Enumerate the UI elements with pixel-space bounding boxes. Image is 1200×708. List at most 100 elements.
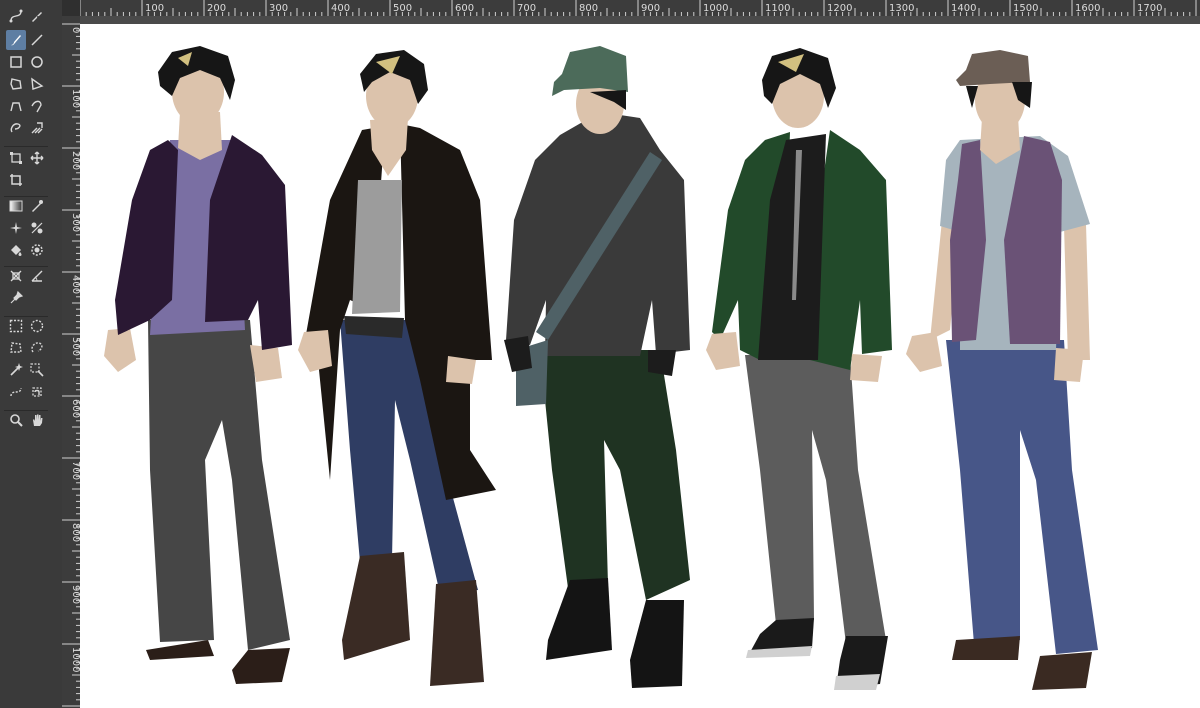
tool-move[interactable] — [27, 148, 47, 168]
tool-similar-select[interactable] — [27, 360, 47, 380]
figure-4-hand-left — [706, 332, 740, 370]
tool-bezier-select[interactable] — [6, 6, 26, 26]
tool-color-picker[interactable] — [27, 196, 47, 216]
figure-2-boot-left — [342, 552, 410, 660]
ruler-label: 1600 — [1075, 3, 1100, 14]
tool-enclose-fill[interactable] — [27, 240, 47, 260]
horizontal-ruler[interactable]: 100 200 300 400 500 600 700 800 900 1000 1100 1200 1… — [80, 0, 1200, 16]
figure-1-hand-left — [104, 328, 136, 372]
character-1 — [104, 46, 292, 684]
ruler-label: 300 — [70, 213, 80, 232]
ruler-label: 100 — [70, 89, 80, 108]
eyedropper-icon — [32, 200, 43, 212]
tool-pan[interactable] — [27, 410, 47, 430]
ruler-label: 1100 — [765, 3, 790, 14]
ruler-label: 100 — [145, 3, 164, 14]
tool-line[interactable] — [27, 30, 47, 50]
line-icon — [31, 34, 43, 46]
tool-polygon[interactable] — [6, 74, 26, 94]
ruler-corner[interactable] — [62, 0, 80, 16]
character-3 — [504, 46, 690, 688]
ellipse-select-icon — [30, 319, 44, 333]
rect-select-icon — [9, 319, 23, 333]
ruler-label: 1300 — [889, 3, 914, 14]
figure-5-hand-right — [1054, 348, 1084, 382]
tool-colorize[interactable] — [27, 218, 47, 238]
ruler-label: 200 — [207, 3, 226, 14]
ruler-label: 1700 — [1137, 3, 1162, 14]
figure-3-cap — [552, 46, 628, 96]
brush-icon — [11, 35, 21, 46]
toolbox-separator — [4, 146, 48, 147]
tool-path-select[interactable] — [6, 382, 26, 402]
tool-triangle[interactable] — [27, 74, 47, 94]
tool-freehand-select[interactable] — [27, 338, 47, 358]
ruler-label: 400 — [70, 275, 80, 294]
toolbox-separator — [4, 266, 48, 267]
ruler-label: 600 — [455, 3, 474, 14]
figure-5-hand-left — [906, 332, 942, 372]
ruler-label: 800 — [579, 3, 598, 14]
tool-smart-patch[interactable] — [6, 218, 26, 238]
tool-transform[interactable] — [6, 148, 26, 168]
tool-reference[interactable] — [6, 288, 26, 308]
measure-icon — [31, 270, 43, 282]
polygon-select-icon — [10, 342, 22, 353]
path-select-icon — [10, 387, 22, 397]
tool-curve[interactable] — [6, 96, 26, 116]
ruler-label: 1000 — [70, 647, 80, 672]
gradient-icon — [9, 200, 23, 212]
magic-wand-icon — [10, 363, 23, 376]
vertical-ruler[interactable]: 0 100 200 300 400 500 600 700 800 900 1000 — [62, 16, 80, 708]
tool-contiguous-select[interactable] — [6, 360, 26, 380]
figure-2-boot-right — [430, 580, 484, 686]
crop-icon — [10, 174, 22, 186]
ruler-label: 500 — [393, 3, 412, 14]
tool-zoom[interactable] — [6, 410, 26, 430]
tool-polygon-select[interactable] — [6, 338, 26, 358]
toolbox-separator — [4, 316, 48, 317]
ruler-label: 1200 — [827, 3, 852, 14]
figure-2-shirt — [352, 180, 402, 314]
character-5 — [906, 50, 1098, 690]
tool-rect-select[interactable] — [6, 316, 26, 336]
ruler-label: 500 — [70, 337, 80, 356]
tool-lasso[interactable] — [6, 118, 26, 138]
lasso-icon — [10, 123, 21, 133]
ruler-label: 900 — [70, 585, 80, 604]
tool-assistant[interactable] — [6, 266, 26, 286]
tool-rectangle[interactable] — [6, 52, 26, 72]
toolbox-separator — [4, 196, 48, 197]
enclose-fill-icon — [31, 244, 43, 256]
sparkle-icon — [10, 222, 22, 234]
tool-magnetic-select[interactable] — [27, 382, 47, 402]
tool-ellipse-select[interactable] — [27, 316, 47, 336]
ruler-label: 700 — [517, 3, 536, 14]
bezier-select-icon — [9, 9, 23, 23]
tool-freehand[interactable] — [27, 96, 47, 116]
tool-fill[interactable] — [6, 240, 26, 260]
magnetic-select-icon — [32, 387, 42, 397]
canvas-border — [80, 16, 1200, 24]
move-icon — [30, 151, 44, 165]
triangle-icon — [31, 77, 44, 90]
tool-ink[interactable] — [27, 6, 47, 26]
tool-ellipse[interactable] — [27, 52, 47, 72]
colorize-icon — [31, 222, 43, 234]
tool-gradient[interactable] — [6, 196, 26, 216]
canvas[interactable] — [80, 24, 1200, 708]
figure-1-shoe-right — [232, 648, 290, 684]
figure-4-sole-right — [834, 674, 880, 690]
ruler-label: 700 — [70, 461, 80, 480]
tool-multibrush[interactable] — [27, 118, 47, 138]
ellipse-icon — [31, 56, 43, 68]
ruler-label: 300 — [269, 3, 288, 14]
pen-icon — [32, 12, 42, 22]
pin-icon — [10, 290, 24, 304]
tool-crop[interactable] — [6, 170, 26, 190]
tool-paintbrush[interactable] — [6, 30, 26, 50]
tool-measure[interactable] — [27, 266, 47, 286]
figure-3-pants — [540, 350, 690, 600]
curve-icon — [10, 102, 22, 112]
figure-5-cap — [956, 50, 1030, 86]
